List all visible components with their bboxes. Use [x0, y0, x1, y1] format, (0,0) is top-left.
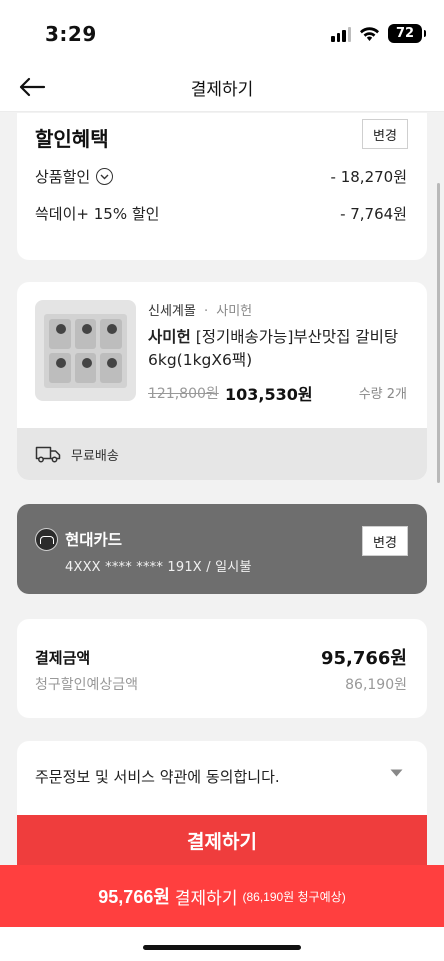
product-name-brand: 사미헌 — [148, 328, 191, 346]
expected-label: 청구할인예상금액 — [35, 677, 139, 693]
shipping-label: 무료배송 — [71, 448, 119, 464]
ssgday-discount-row: 쓱데이+ 15% 할인 - 7,764원 — [35, 203, 407, 224]
payment-method-section: 현대카드 4XXX **** **** 191X / 일시불 변경 — [17, 504, 427, 594]
product-box-illustration — [44, 314, 127, 388]
status-icons: 72 — [331, 24, 426, 43]
caret-down-icon[interactable] — [390, 769, 403, 777]
original-price: 121,800원 — [148, 386, 219, 402]
quantity: 수량 2개 — [358, 387, 407, 402]
truck-icon — [35, 446, 61, 463]
nav-bar: 결제하기 — [0, 62, 444, 112]
checkout-content[interactable]: 할인혜택 변경 상품할인 - 18,270원 쓱데이+ 15% 할인 - 7,7… — [0, 113, 444, 815]
home-area — [0, 927, 444, 961]
shipping-info: 무료배송 — [17, 428, 427, 480]
wifi-icon — [360, 26, 379, 41]
seller-name: 신세계몰 — [148, 304, 196, 319]
product-section: 신세계몰 · 사미헌 사미헌 [정기배송가능]부산맛집 갈비탕 6kg(1kgX… — [17, 282, 427, 480]
status-bar: 3:29 72 — [0, 0, 444, 62]
page-title: 결제하기 — [190, 80, 254, 100]
product-image[interactable] — [35, 300, 136, 401]
scrollbar[interactable] — [437, 183, 440, 483]
pay-amount: 95,766원 — [98, 887, 170, 907]
product-name[interactable]: 사미헌 [정기배송가능]부산맛집 갈비탕 6kg(1kgX6팩) — [148, 326, 410, 372]
payment-change-button[interactable]: 변경 — [362, 526, 408, 556]
total-value: 95,766원 — [320, 648, 407, 669]
pay-label: 결제하기 — [174, 888, 238, 908]
ssgday-discount-value: - 7,764원 — [340, 205, 407, 223]
product-seller: 신세계몰 · 사미헌 — [148, 300, 252, 319]
total-label: 결제금액 — [35, 649, 91, 667]
battery-icon: 72 — [388, 24, 426, 43]
cellular-signal-icon — [331, 26, 351, 42]
product-discount-row[interactable]: 상품할인 - 18,270원 — [35, 166, 407, 187]
product-discount-label-group: 상품할인 — [35, 166, 114, 187]
seller-separator: · — [203, 304, 209, 319]
product-discount-label: 상품할인 — [35, 168, 91, 186]
discount-title: 할인혜택 — [35, 127, 109, 151]
product-discount-value: - 18,270원 — [330, 168, 407, 186]
discount-change-button[interactable]: 변경 — [362, 119, 408, 149]
discount-section: 할인혜택 변경 상품할인 - 18,270원 쓱데이+ 15% 할인 - 7,7… — [17, 113, 427, 260]
pay-expected: (86,190원 청구예상) — [242, 889, 346, 904]
ssgday-discount-label: 쓱데이+ 15% 할인 — [35, 205, 160, 223]
expected-value: 86,190원 — [345, 677, 407, 693]
card-logo-icon — [35, 528, 58, 551]
brand-name: 사미헌 — [216, 304, 253, 319]
agreement-text: 주문정보 및 서비스 약관에 동의합니다. — [35, 768, 280, 786]
home-indicator[interactable] — [143, 945, 301, 950]
pay-bar-button[interactable]: 95,766원 결제하기 (86,190원 청구예상) — [0, 865, 444, 927]
chevron-down-circle-icon[interactable] — [96, 168, 114, 185]
sale-price: 103,530원 — [225, 385, 313, 404]
card-name: 현대카드 — [65, 531, 123, 549]
pay-button[interactable]: 결제하기 — [17, 815, 427, 865]
card-number: 4XXX **** **** 191X / 일시불 — [65, 560, 252, 575]
agreement-section[interactable]: 주문정보 및 서비스 약관에 동의합니다. — [17, 741, 427, 815]
status-time: 3:29 — [45, 22, 97, 46]
total-section: 결제금액 95,766원 청구할인예상금액 86,190원 — [17, 619, 427, 718]
